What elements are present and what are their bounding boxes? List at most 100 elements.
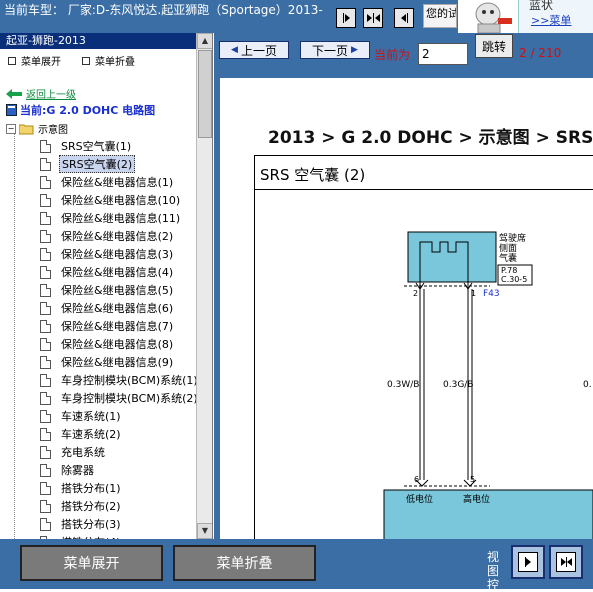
tree-item[interactable]: 除雾器: [40, 461, 96, 479]
tree-item[interactable]: 充电系统: [40, 443, 107, 461]
document-icon: [40, 481, 51, 495]
document-icon: [40, 463, 51, 477]
prev-page-label: 上一页: [240, 43, 277, 58]
tree-item[interactable]: 搭铁分布(3): [40, 515, 123, 533]
arrow-left-icon: ◀: [231, 45, 238, 55]
document-icon: [40, 373, 51, 387]
folder-open-icon: [19, 124, 34, 134]
document-icon: [40, 139, 51, 153]
tree-item-label: 保险丝&继电器信息(11): [61, 212, 181, 225]
scroll-down-icon[interactable]: ▼: [197, 523, 212, 539]
low-level-label: 低电位: [406, 495, 434, 505]
diagram-title: SRS 空气囊 (2): [260, 166, 366, 184]
tree-item-label: 搭铁分布(2): [61, 500, 121, 513]
document-border: [214, 66, 220, 539]
document-icon: [40, 175, 51, 189]
tree-item[interactable]: 保险丝&继电器信息(6): [40, 299, 175, 317]
sidebar-scrollbar[interactable]: ▲ ▼: [196, 33, 212, 539]
document-icon: [40, 157, 51, 171]
view-split-button[interactable]: [549, 545, 583, 579]
document-icon: [40, 301, 51, 315]
square-icon: [82, 56, 90, 65]
tree-item-label: 车身控制模块(BCM)系统(2): [61, 392, 198, 405]
tree-item-label: 除雾器: [61, 464, 94, 477]
arrow-right-icon: [518, 552, 538, 572]
jump-button[interactable]: 跳转: [475, 34, 513, 58]
reference-2: C.30-5: [501, 275, 528, 284]
tree-item[interactable]: 搭铁分布(2): [40, 497, 123, 515]
pin-number: 5: [470, 475, 476, 484]
menu-collapse-button[interactable]: 菜单折叠: [173, 545, 316, 581]
pin-number: 2: [413, 289, 419, 298]
view-single-button[interactable]: [511, 545, 545, 579]
tree-item[interactable]: 保险丝&继电器信息(2): [40, 227, 175, 245]
tree-item-label: 保险丝&继电器信息(5): [61, 284, 174, 297]
pin-number: 1: [471, 289, 477, 298]
document-icon: [40, 247, 51, 261]
tree-item[interactable]: 保险丝&继电器信息(8): [40, 335, 175, 353]
tree-item-label: 车速系统(1): [61, 410, 121, 423]
collapse-icon: −: [6, 123, 16, 134]
bottom-bar: 菜单展开 菜单折叠: [0, 539, 593, 589]
prev-arrow-button[interactable]: [394, 8, 414, 28]
tree-item-label: 充电系统: [61, 446, 105, 459]
page-number-input[interactable]: 2: [418, 43, 468, 65]
tree-item[interactable]: 保险丝&继电器信息(3): [40, 245, 175, 263]
tree-item-label: 保险丝&继电器信息(1): [61, 176, 174, 189]
pin-number: 6: [414, 475, 420, 484]
wire-label: 0.3G/B: [443, 380, 474, 390]
tree-item[interactable]: 车速系统(2): [40, 425, 123, 443]
back-arrow-icon: [6, 88, 22, 99]
menu-expand-link[interactable]: 菜单展开: [8, 53, 61, 68]
reference-1: P.78: [501, 266, 518, 275]
document-breadcrumb: 2013 > G 2.0 DOHC > 示意图 > SRS: [268, 128, 593, 148]
tree-item[interactable]: SRS空气囊(1): [40, 137, 133, 155]
tree-item-label: 保险丝&继电器信息(4): [61, 266, 174, 279]
tree-item[interactable]: SRS空气囊(2): [40, 155, 136, 173]
document-icon: [40, 319, 51, 333]
document-icon: [40, 517, 51, 531]
split-arrows-icon: [556, 552, 576, 572]
back-link-label: 返回上一级: [26, 90, 76, 101]
scroll-thumb[interactable]: [198, 50, 212, 138]
tree-item[interactable]: 搭铁分布(1): [40, 479, 123, 497]
tree-item[interactable]: 保险丝&继电器信息(4): [40, 263, 175, 281]
tree-item[interactable]: 车身控制模块(BCM)系统(2): [40, 389, 200, 407]
next-page-label: 下一页: [312, 43, 349, 58]
tree-item-label: 保险丝&继电器信息(6): [61, 302, 174, 315]
page-count: 2 / 210: [519, 46, 562, 60]
document-icon: [40, 409, 51, 423]
document-icon: [40, 337, 51, 351]
tree-item-label: SRS空气囊(2): [59, 155, 136, 173]
tree-item[interactable]: 车速系统(1): [40, 407, 123, 425]
menu-collapse-link[interactable]: 菜单折叠: [82, 53, 135, 68]
tree-item[interactable]: 保险丝&继电器信息(1): [40, 173, 175, 191]
tree-item[interactable]: 车身控制模块(BCM)系统(1): [40, 371, 200, 389]
tree-root[interactable]: − 示意图: [6, 121, 68, 136]
tree-item[interactable]: 保险丝&继电器信息(5): [40, 281, 175, 299]
tree-item[interactable]: 保险丝&继电器信息(7): [40, 317, 175, 335]
menu-expand-button[interactable]: 菜单展开: [20, 545, 163, 581]
back-link[interactable]: 返回上一级: [6, 86, 76, 101]
next-page-button[interactable]: 下一页 ▶: [300, 41, 370, 59]
document-icon: [40, 229, 51, 243]
tree-connector: [14, 129, 16, 539]
split-view-button[interactable]: [363, 8, 383, 28]
mascot-logo: [458, 0, 518, 33]
scroll-up-icon[interactable]: ▲: [197, 33, 212, 49]
document-icon: [40, 211, 51, 225]
tree-item[interactable]: 保险丝&继电器信息(9): [40, 353, 175, 371]
document-icon: [40, 391, 51, 405]
document-icon: [40, 283, 51, 297]
view-control-label: 视图控: [487, 550, 500, 592]
tree-item-label: 保险丝&继电器信息(7): [61, 320, 174, 333]
current-location: 当前:G 2.0 DOHC 电路图: [6, 102, 155, 118]
tree-item[interactable]: 保险丝&继电器信息(11): [40, 209, 182, 227]
prev-page-button[interactable]: ◀ 上一页: [219, 41, 289, 59]
next-arrow-button[interactable]: [336, 8, 356, 28]
tree-item-label: 搭铁分布(1): [61, 482, 121, 495]
toolbar-spacer: [214, 66, 593, 78]
menu-link[interactable]: >>菜单: [531, 12, 571, 28]
tree-item-label: 保险丝&继电器信息(2): [61, 230, 174, 243]
tree-item[interactable]: 保险丝&继电器信息(10): [40, 191, 182, 209]
